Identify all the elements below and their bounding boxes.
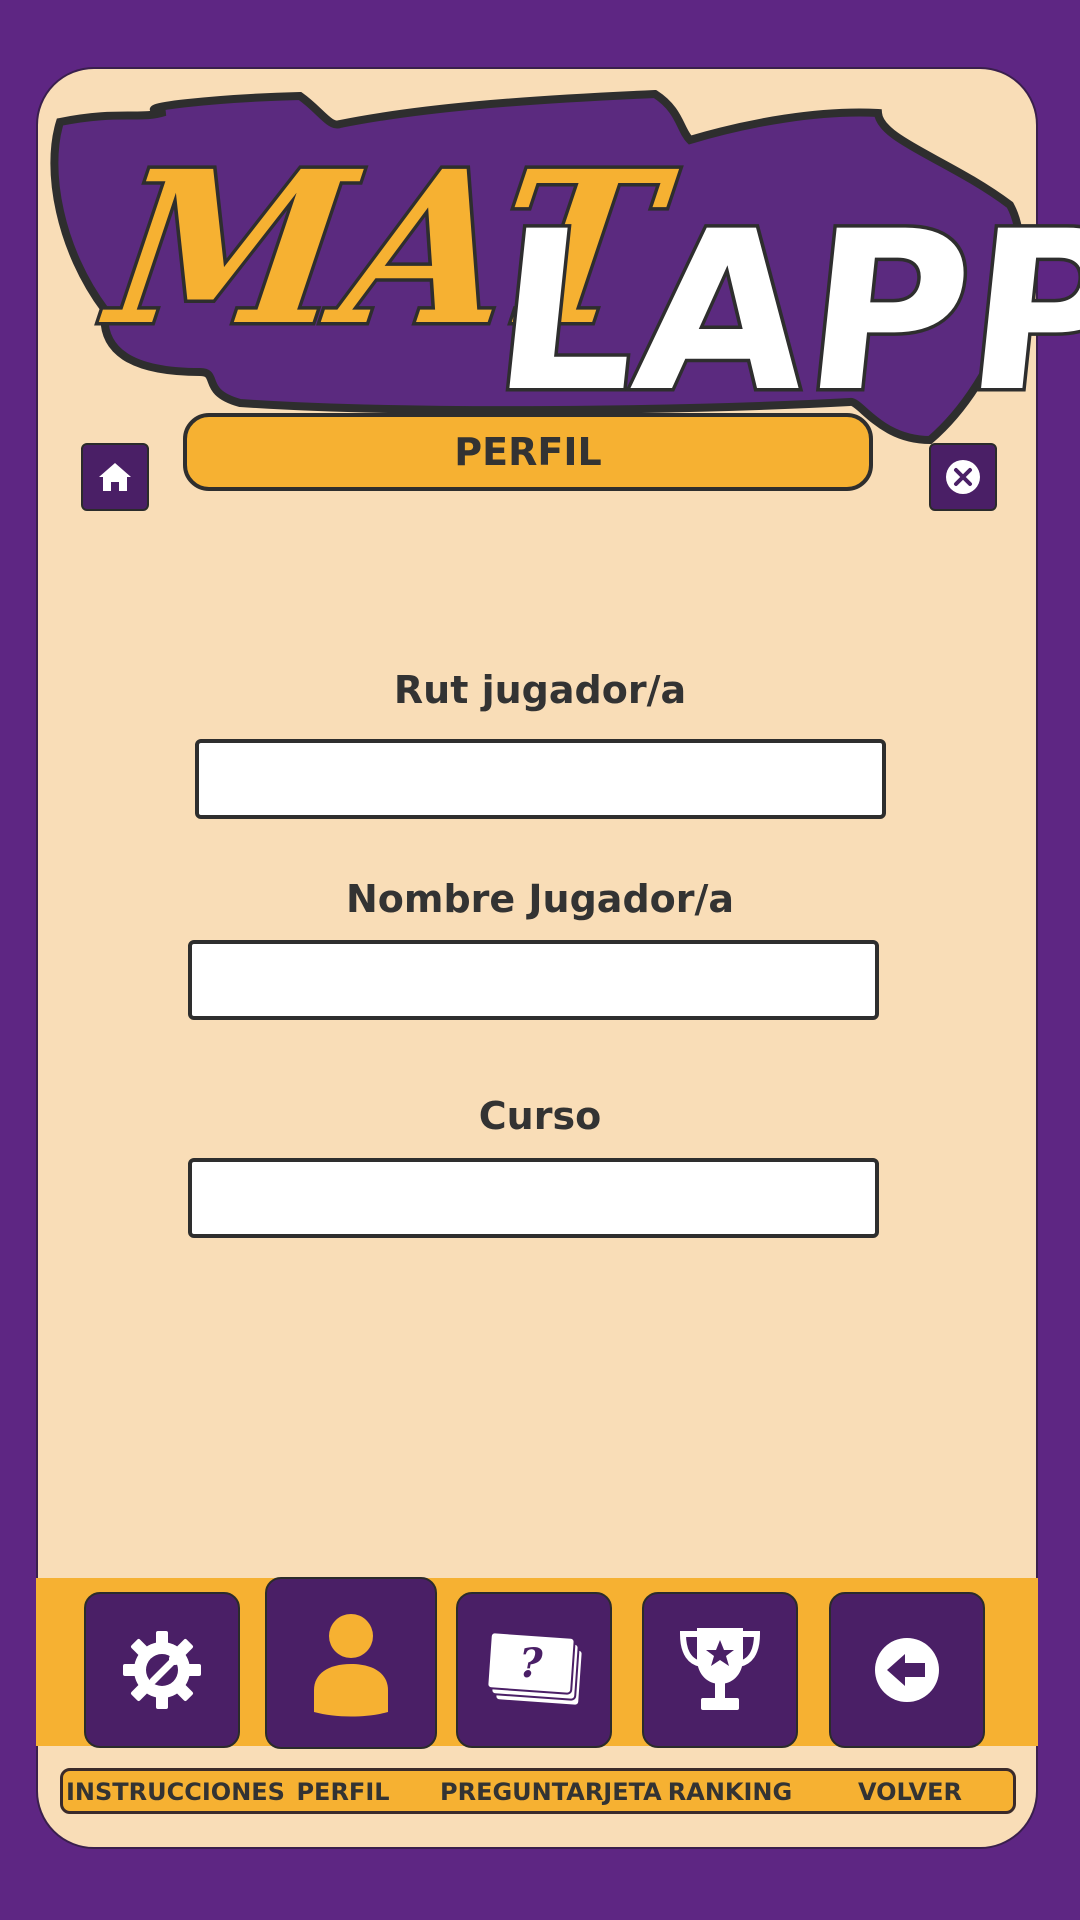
page-title: PERFIL — [183, 413, 873, 491]
svg-text:?: ? — [519, 1640, 543, 1687]
nav-preguntarjeta-button[interactable]: ? — [456, 1592, 612, 1748]
nombre-input[interactable] — [188, 940, 879, 1020]
nav-label-perfil[interactable]: PERFIL — [283, 1772, 403, 1812]
nav-label-instrucciones[interactable]: INSTRUCCIONES — [66, 1772, 285, 1812]
logo-lapp-text: LAPP — [484, 185, 1080, 441]
back-arrow-icon — [875, 1638, 939, 1702]
gear-wrench-icon — [123, 1631, 201, 1709]
close-button[interactable] — [929, 443, 997, 511]
trophy-icon — [679, 1628, 761, 1710]
nav-label-volver[interactable]: VOLVER — [840, 1772, 980, 1812]
nombre-label: Nombre Jugador/a — [345, 877, 735, 921]
question-cards-icon: ? — [486, 1631, 584, 1707]
nav-instrucciones-button[interactable] — [84, 1592, 240, 1748]
curso-input[interactable] — [188, 1158, 879, 1238]
rut-input[interactable] — [195, 739, 886, 819]
home-button[interactable] — [81, 443, 149, 511]
rut-label: Rut jugador/a — [393, 668, 687, 712]
user-icon — [314, 1614, 388, 1717]
curso-label: Curso — [478, 1094, 602, 1138]
nav-ranking-button[interactable] — [642, 1592, 798, 1748]
nav-perfil-button[interactable] — [265, 1577, 437, 1749]
close-icon — [946, 460, 980, 494]
nav-volver-button[interactable] — [829, 1592, 985, 1748]
nav-label-ranking[interactable]: RANKING — [660, 1772, 800, 1812]
nav-label-preguntarjeta[interactable]: PREGUNTARJETA — [440, 1772, 662, 1812]
home-icon — [99, 463, 131, 491]
